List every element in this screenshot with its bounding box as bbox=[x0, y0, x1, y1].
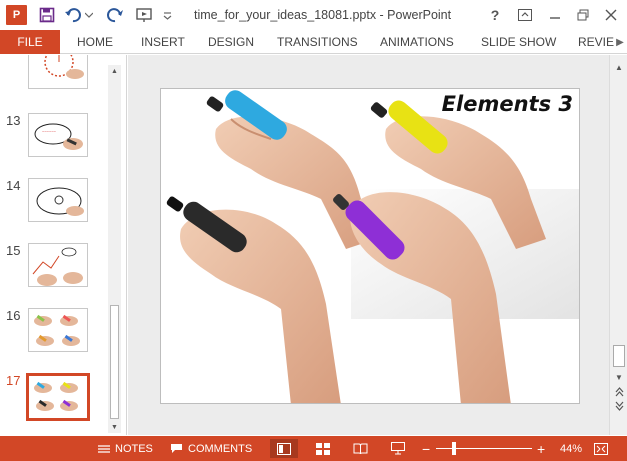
help-button[interactable]: ? bbox=[484, 4, 506, 26]
zoom-level[interactable]: 44% bbox=[560, 436, 582, 461]
status-bar: NOTES COMMENTS − + 44% bbox=[0, 436, 627, 461]
slide-sorter-icon bbox=[316, 442, 330, 455]
comments-button[interactable]: COMMENTS bbox=[170, 436, 252, 461]
current-slide[interactable]: Elements 3 bbox=[160, 88, 580, 404]
comments-label: COMMENTS bbox=[188, 442, 253, 455]
slide-thumbnail-12[interactable] bbox=[28, 55, 88, 89]
scroll-up-icon[interactable]: ▲ bbox=[612, 61, 626, 74]
tab-slide-show[interactable]: SLIDE SHOW bbox=[481, 30, 556, 54]
tab-transitions[interactable]: TRANSITIONS bbox=[277, 30, 358, 54]
fit-to-window-icon bbox=[594, 442, 608, 455]
window-title: time_for_your_ideas_18081.pptx - PowerPo… bbox=[194, 8, 452, 22]
title-bar: P time_for_your_ideas_18081.pptx - Power… bbox=[0, 0, 627, 30]
tab-design[interactable]: DESIGN bbox=[208, 30, 254, 54]
slide-show-button[interactable] bbox=[384, 439, 412, 458]
ribbon-display-options-icon[interactable] bbox=[514, 4, 536, 26]
slide-vertical-scrollbar[interactable]: ▲ ▼ bbox=[609, 55, 627, 435]
minimize-icon[interactable] bbox=[544, 4, 566, 26]
slide-title[interactable]: Elements 3 bbox=[442, 92, 573, 116]
zoom-slider[interactable] bbox=[436, 448, 532, 449]
slide-thumbnail-16[interactable] bbox=[28, 308, 88, 352]
normal-view-button[interactable] bbox=[270, 439, 298, 458]
slide-number: 13 bbox=[6, 113, 21, 128]
comment-icon bbox=[171, 444, 182, 453]
slide-thumbnail-14[interactable] bbox=[28, 178, 88, 222]
notes-icon bbox=[98, 444, 110, 453]
notes-label: NOTES bbox=[115, 442, 153, 455]
reading-view-button[interactable] bbox=[346, 439, 374, 458]
close-icon[interactable] bbox=[600, 4, 622, 26]
slide-number: 15 bbox=[6, 243, 21, 258]
tab-insert[interactable]: INSERT bbox=[141, 30, 185, 54]
reading-view-icon bbox=[353, 443, 367, 454]
scroll-up-icon[interactable]: ▲ bbox=[108, 65, 121, 77]
zoom-out-icon[interactable]: − bbox=[422, 436, 430, 461]
slide-scroll-thumb[interactable] bbox=[613, 345, 625, 367]
slide-number: 14 bbox=[6, 178, 21, 193]
slide-sorter-view-button[interactable] bbox=[309, 439, 337, 458]
fit-slide-to-window-button[interactable] bbox=[594, 436, 608, 461]
tab-animations[interactable]: ANIMATIONS bbox=[380, 30, 454, 54]
slide-thumbnail-pane: 13 ~~~~~~ 14 15 16 17 ▲ ▼ bbox=[0, 55, 127, 435]
slide-thumbnail-15[interactable] bbox=[28, 243, 88, 287]
ribbon-tabs: FILE HOME INSERT DESIGN TRANSITIONS ANIM… bbox=[0, 30, 627, 54]
save-icon[interactable] bbox=[38, 6, 56, 24]
tab-home[interactable]: HOME bbox=[77, 30, 113, 54]
tab-review[interactable]: REVIEW bbox=[578, 30, 614, 54]
slide-number: 16 bbox=[6, 308, 21, 323]
restore-icon[interactable] bbox=[572, 4, 594, 26]
undo-icon[interactable] bbox=[64, 6, 82, 24]
scroll-down-icon[interactable]: ▼ bbox=[612, 371, 626, 384]
normal-view-icon bbox=[277, 442, 291, 455]
slide-thumbnail-17-selected[interactable] bbox=[26, 373, 90, 421]
previous-slide-icon[interactable] bbox=[612, 385, 626, 398]
redo-icon[interactable] bbox=[106, 6, 124, 24]
slide-show-icon bbox=[391, 442, 405, 455]
next-slide-icon[interactable] bbox=[612, 399, 626, 412]
hand-black-marker bbox=[166, 196, 341, 403]
customize-toolbar-icon[interactable] bbox=[162, 6, 172, 24]
slide-thumbnail-13[interactable]: ~~~~~~ bbox=[28, 113, 88, 157]
zoom-in-icon[interactable]: + bbox=[537, 436, 545, 461]
powerpoint-logo-icon: P bbox=[6, 5, 27, 25]
slide-number-selected: 17 bbox=[6, 373, 21, 388]
tab-file[interactable]: FILE bbox=[0, 30, 60, 54]
scroll-down-icon[interactable]: ▼ bbox=[108, 421, 121, 433]
thumbnail-scroll-thumb[interactable] bbox=[110, 305, 119, 419]
slide-illustration bbox=[166, 90, 579, 403]
svg-text:~~~~~~: ~~~~~~ bbox=[42, 129, 57, 134]
ribbon-scroll-right-icon[interactable]: ▶ bbox=[613, 30, 627, 54]
start-from-beginning-icon[interactable] bbox=[136, 6, 154, 24]
undo-dropdown-icon[interactable] bbox=[84, 6, 94, 24]
zoom-slider-thumb[interactable] bbox=[452, 442, 456, 455]
notes-button[interactable]: NOTES bbox=[98, 436, 153, 461]
